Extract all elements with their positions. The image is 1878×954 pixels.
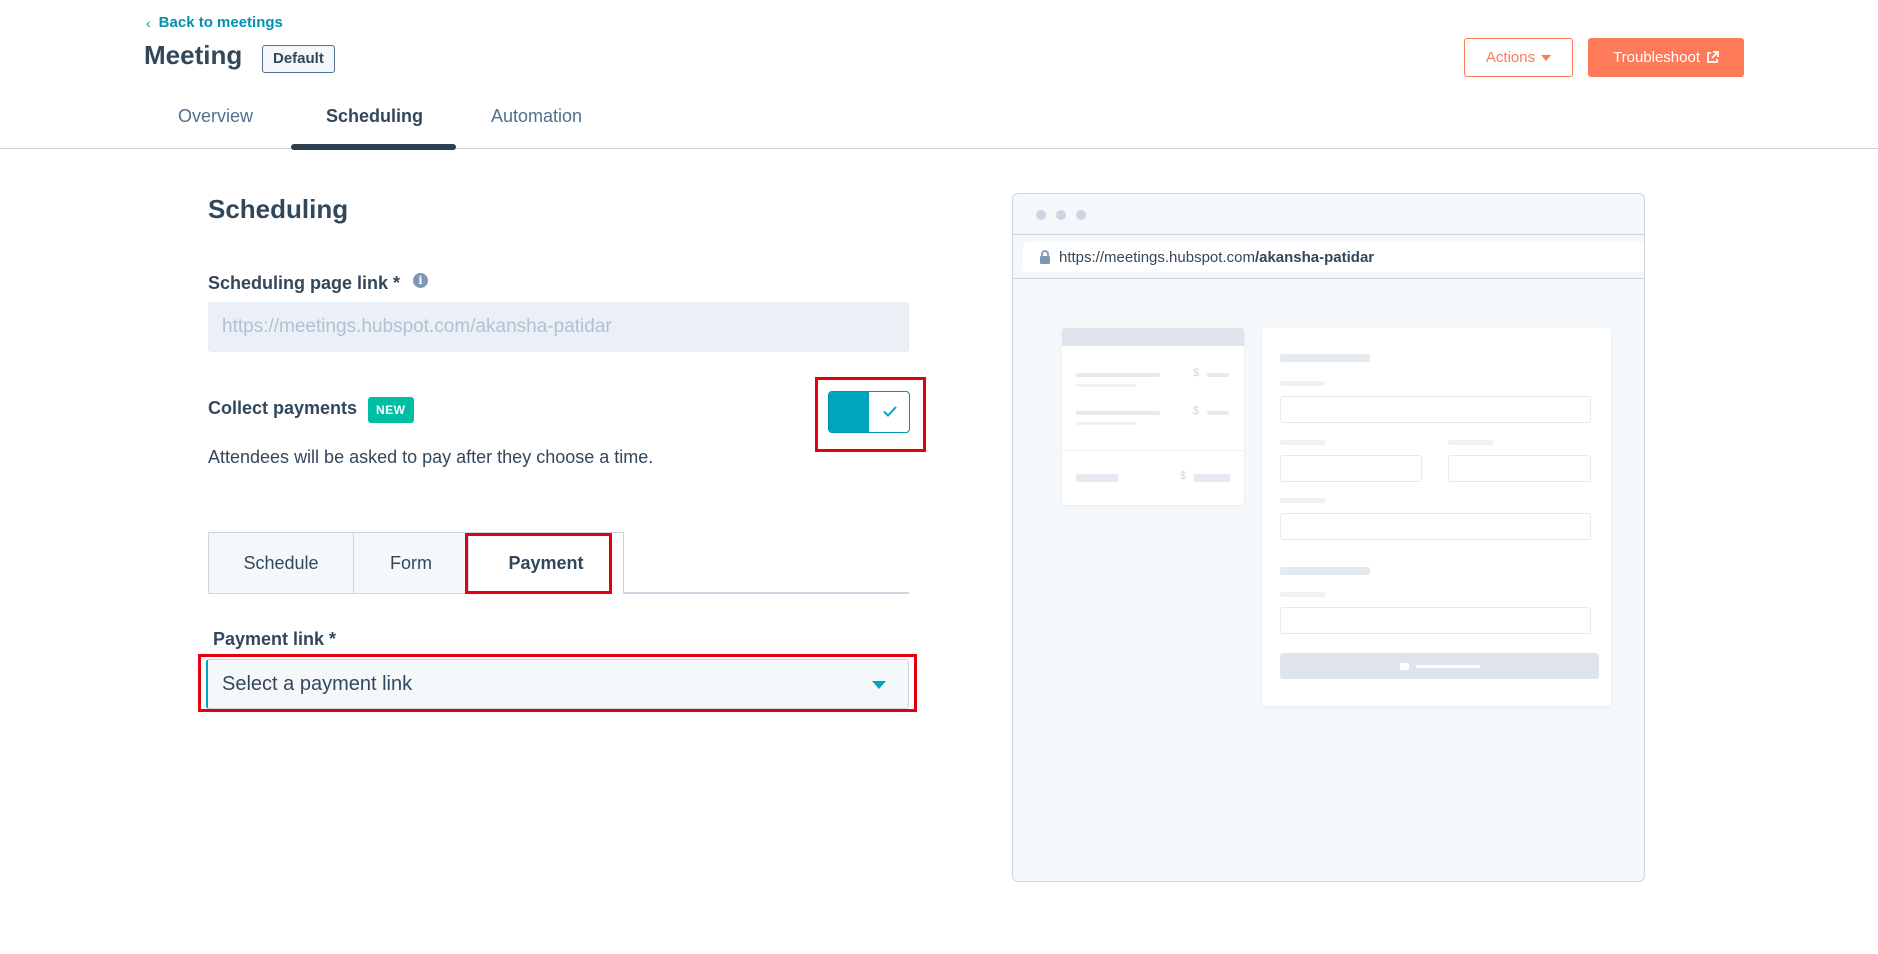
payment-link-label: Payment link * [213, 629, 337, 649]
check-icon [883, 406, 897, 417]
back-link-label: Back to meetings [158, 14, 283, 31]
troubleshoot-button[interactable]: Troubleshoot [1588, 38, 1744, 77]
scheduling-page-link-input[interactable]: https://meetings.hubspot.com/akansha-pat… [208, 302, 909, 352]
collect-payments-description: Attendees will be asked to pay after the… [208, 447, 654, 467]
url-path: /akansha-patidar [1254, 248, 1375, 266]
chevron-left-icon: ‹ [146, 14, 151, 31]
window-dot [1056, 210, 1066, 220]
tab-automation[interactable]: Automation [491, 106, 582, 127]
preview-form-card [1262, 328, 1611, 706]
active-tab-indicator [291, 144, 456, 150]
actions-label: Actions [1485, 49, 1536, 66]
page-title: Meeting [144, 40, 243, 70]
toggle-fill [829, 392, 869, 432]
caret-down-icon [1541, 54, 1552, 61]
preview-url-bar: https://meetings.hubspot.com/akansha-pat… [1023, 242, 1644, 272]
troubleshoot-label: Troubleshoot [1613, 49, 1700, 66]
collect-payments-label: Collect payments [208, 398, 358, 418]
back-to-meetings-link[interactable]: ‹ Back to meetings [146, 14, 283, 31]
dollar-icon: $ [1193, 367, 1200, 379]
dollar-icon: $ [1180, 470, 1187, 482]
window-dot [1076, 210, 1086, 220]
scheduling-page-link-label: Scheduling page link * [208, 273, 401, 293]
url-prefix: https://meetings.hubspot.com [1059, 248, 1255, 266]
section-title: Scheduling [208, 194, 349, 224]
divider [1013, 278, 1644, 279]
card-header [1062, 328, 1244, 346]
caret-down-icon [872, 681, 886, 689]
new-badge: NEW [368, 397, 414, 423]
info-icon[interactable]: i [413, 273, 428, 288]
tab-scheduling[interactable]: Scheduling [326, 106, 423, 127]
default-badge: Default [262, 45, 335, 73]
preview-pay-button [1280, 653, 1599, 679]
subtab-form[interactable]: Form [353, 532, 469, 594]
payment-link-select[interactable]: Select a payment link [206, 659, 909, 709]
main-tabs: Overview Scheduling Automation [0, 92, 1878, 150]
sub-tabs: Schedule Form Payment [208, 532, 909, 594]
external-link-icon [1707, 51, 1719, 63]
browser-topbar [1013, 194, 1644, 235]
lock-icon [1040, 250, 1050, 264]
subtab-schedule[interactable]: Schedule [208, 532, 354, 594]
subtab-payment[interactable]: Payment [468, 532, 624, 594]
payment-link-placeholder: Select a payment link [222, 672, 413, 695]
collect-payments-toggle[interactable] [828, 391, 910, 433]
preview-summary-card: $ $ $ [1062, 328, 1244, 505]
dollar-icon: $ [1193, 405, 1200, 417]
window-dot [1036, 210, 1046, 220]
tab-overview[interactable]: Overview [178, 106, 253, 127]
divider [1062, 450, 1244, 451]
scheduling-preview: https://meetings.hubspot.com/akansha-pat… [1012, 193, 1645, 882]
actions-button[interactable]: Actions [1464, 38, 1573, 77]
